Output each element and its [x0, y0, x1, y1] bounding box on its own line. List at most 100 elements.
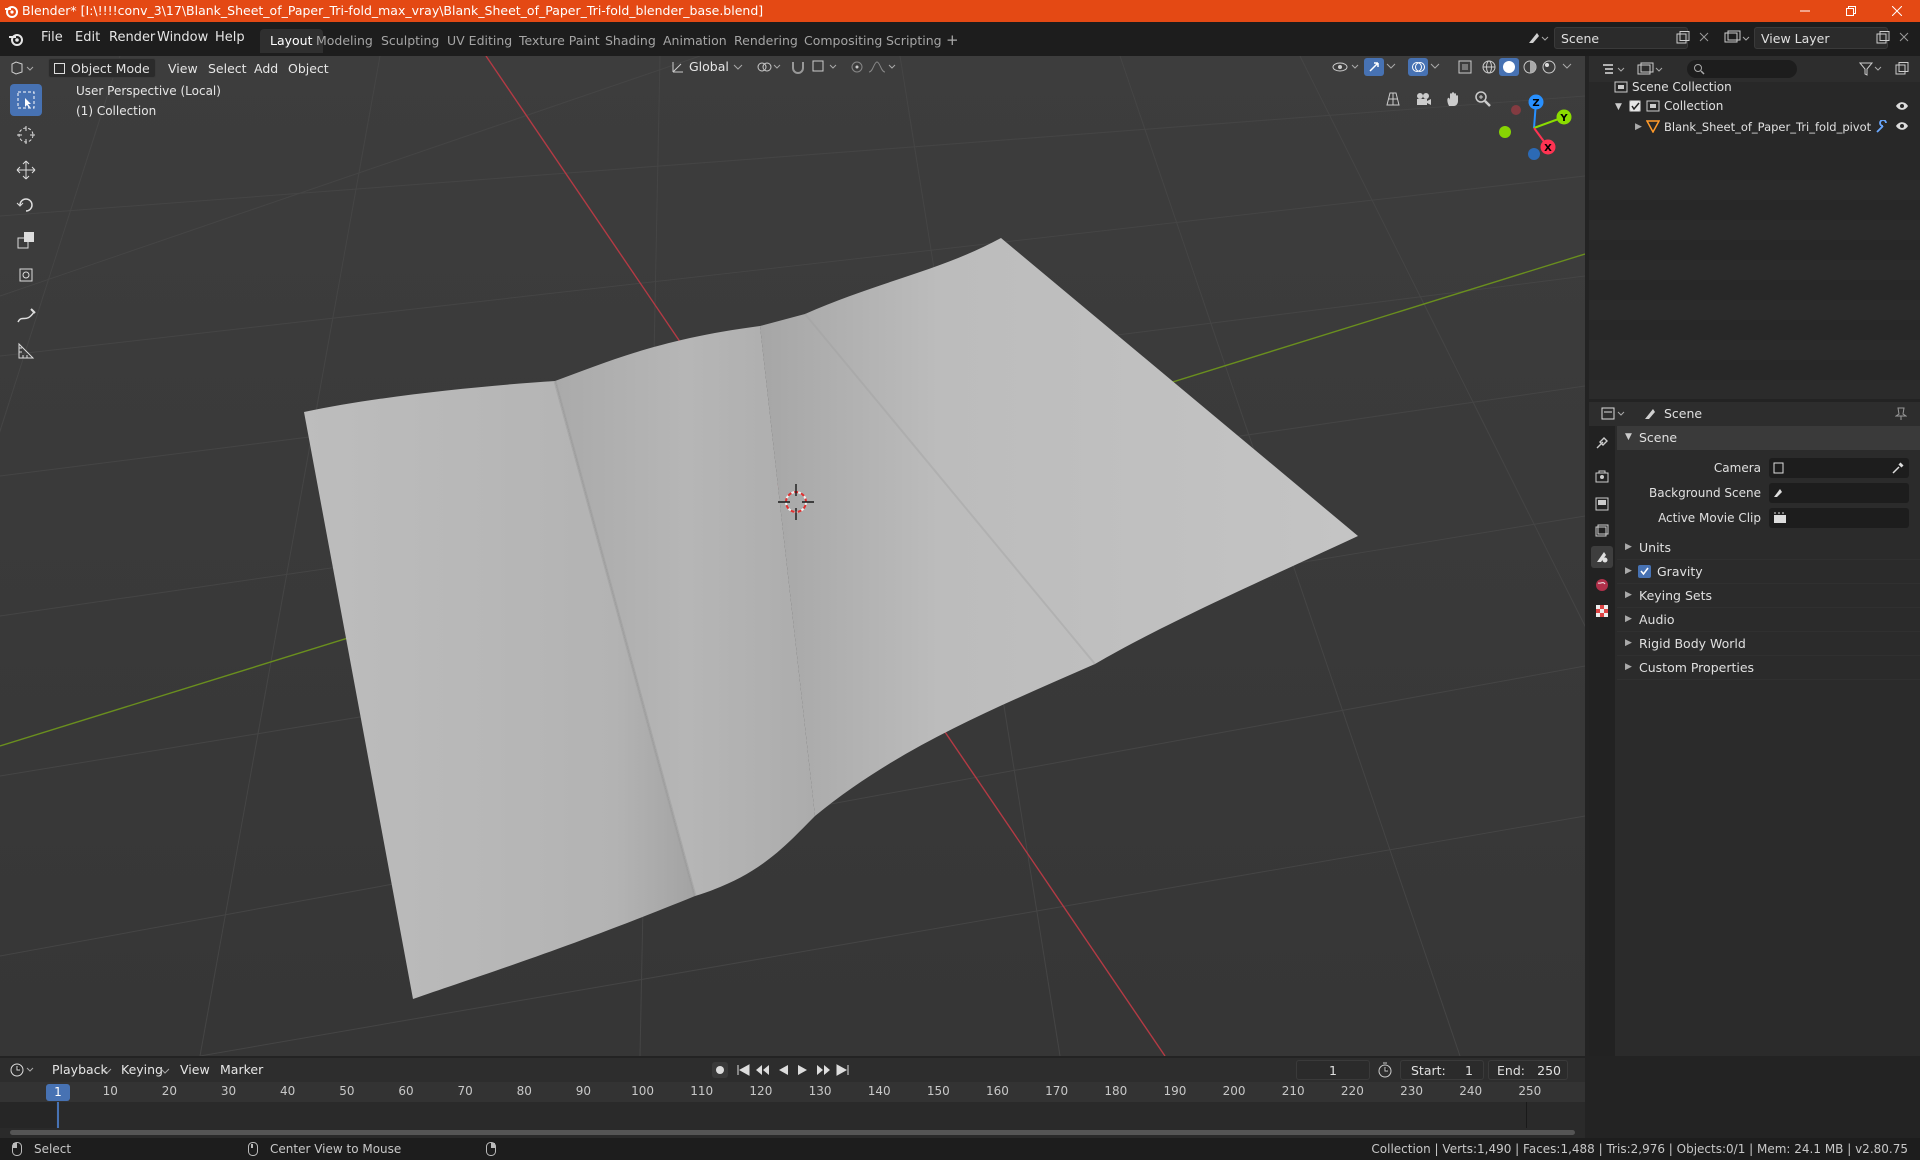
play-reverse-icon[interactable]	[776, 1062, 790, 1078]
scene-panel-collapse-icon[interactable]: ▼	[1625, 432, 1632, 442]
outliner-object[interactable]: Blank_Sheet_of_Paper_Tri_fold_pivot	[1664, 120, 1871, 134]
jump-to-keyframe-forward-icon[interactable]	[814, 1062, 832, 1078]
viewport-menu-select[interactable]: Select	[208, 61, 247, 76]
collapse-collection-icon[interactable]: ▼	[1615, 102, 1622, 112]
tool-tab-icon[interactable]	[1595, 436, 1609, 450]
viewport-menu-view[interactable]: View	[168, 61, 198, 76]
gravity-checkbox[interactable]	[1638, 565, 1651, 578]
end-frame-field[interactable]: End: 250	[1488, 1060, 1568, 1080]
background-scene-field[interactable]	[1769, 483, 1909, 503]
timeline-menu-playback[interactable]: Playback	[52, 1062, 108, 1077]
texture-tab-icon[interactable]	[1595, 604, 1609, 618]
scale-tool[interactable]	[10, 224, 42, 256]
keying-dropdown-icon[interactable]	[160, 1066, 170, 1076]
gravity-section[interactable]: ▶ Gravity	[1617, 560, 1920, 584]
jump-to-keyframe-back-icon[interactable]	[754, 1062, 772, 1078]
snap-target-icon[interactable]	[812, 60, 840, 74]
tab-scripting[interactable]: Scripting	[876, 29, 952, 53]
display-mode-icon[interactable]	[1637, 62, 1665, 78]
camera-view-icon[interactable]	[1414, 90, 1432, 108]
minimize-button[interactable]	[1782, 0, 1828, 22]
close-button[interactable]	[1874, 0, 1920, 22]
zoom-view-icon[interactable]	[1474, 90, 1492, 108]
render-tab-icon[interactable]	[1595, 470, 1609, 484]
xray-toggle-icon[interactable]	[1458, 60, 1472, 74]
collection-exclude-checkbox[interactable]	[1629, 100, 1641, 112]
blender-menu-icon[interactable]	[8, 31, 24, 47]
snap-icon[interactable]	[790, 60, 806, 74]
select-box-tool[interactable]	[10, 84, 42, 116]
delete-view-layer-icon[interactable]	[1898, 31, 1910, 43]
toggle-perspective-icon[interactable]	[1384, 90, 1402, 108]
modifier-wrench-icon[interactable]	[1875, 120, 1889, 134]
playhead-frame-indicator[interactable]: 1	[46, 1084, 70, 1101]
shading-rendered-icon[interactable]	[1542, 60, 1556, 74]
overlays-dropdown-icon[interactable]	[1430, 61, 1440, 71]
delete-scene-icon[interactable]	[1698, 31, 1710, 43]
outliner-collection[interactable]: Collection	[1664, 99, 1723, 113]
rotate-tool[interactable]	[10, 189, 42, 221]
expand-object-icon[interactable]: ▶	[1635, 122, 1642, 132]
menu-file[interactable]: File	[34, 28, 70, 47]
units-section[interactable]: ▶ Units	[1617, 536, 1920, 560]
timeline-editor-type-icon[interactable]	[10, 1062, 38, 1078]
play-icon[interactable]	[796, 1062, 810, 1078]
editor-type-icon[interactable]	[10, 60, 38, 76]
auto-keying-button[interactable]	[712, 1062, 728, 1078]
start-frame-field[interactable]: Start: 1	[1400, 1060, 1484, 1080]
timeline-scrollbar[interactable]	[10, 1130, 1575, 1135]
current-frame-field[interactable]: 1	[1296, 1060, 1370, 1080]
navigation-gizmo[interactable]: Z Y X	[1494, 88, 1574, 168]
overlays-toggle-icon[interactable]	[1408, 58, 1428, 76]
menu-help[interactable]: Help	[208, 28, 252, 47]
outliner-search-input[interactable]	[1687, 60, 1797, 78]
proportional-edit-icon[interactable]	[850, 60, 864, 74]
collection-visibility-eye-icon[interactable]	[1895, 100, 1909, 112]
custom-properties-section[interactable]: ▶ Custom Properties	[1617, 656, 1920, 680]
new-collection-icon[interactable]	[1895, 62, 1909, 76]
scene-tab[interactable]	[1591, 546, 1613, 568]
timeline-menu-keying[interactable]: Keying	[121, 1062, 163, 1077]
new-view-layer-icon[interactable]	[1876, 31, 1890, 45]
move-tool[interactable]	[10, 154, 42, 186]
add-workspace-icon[interactable]: +	[946, 31, 959, 49]
camera-field[interactable]	[1769, 458, 1909, 478]
audio-section[interactable]: ▶ Audio	[1617, 608, 1920, 632]
shading-dropdown-icon[interactable]	[1562, 61, 1572, 71]
menu-window[interactable]: Window	[150, 28, 215, 47]
cursor-tool[interactable]	[10, 119, 42, 151]
preview-range-icon[interactable]	[1377, 1062, 1393, 1078]
new-scene-icon[interactable]	[1676, 31, 1690, 45]
pivot-point-icon[interactable]	[756, 60, 784, 74]
world-tab-icon[interactable]	[1595, 578, 1609, 592]
properties-editor-type-icon[interactable]	[1601, 406, 1629, 422]
filter-icon[interactable]	[1859, 62, 1885, 76]
active-movie-clip-field[interactable]	[1769, 508, 1909, 528]
outliner-editor-type-icon[interactable]	[1601, 62, 1629, 78]
shading-material-icon[interactable]	[1523, 60, 1537, 74]
output-tab-icon[interactable]	[1595, 497, 1609, 511]
gizmo-toggle-icon[interactable]	[1364, 58, 1384, 76]
pan-view-icon[interactable]	[1444, 90, 1462, 108]
outliner-scene-collection[interactable]: Scene Collection	[1632, 80, 1732, 94]
rigid-body-world-section[interactable]: ▶ Rigid Body World	[1617, 632, 1920, 656]
pin-icon[interactable]	[1895, 407, 1907, 421]
jump-to-start-icon[interactable]	[736, 1062, 750, 1078]
timeline-menu-view[interactable]: View	[180, 1062, 210, 1077]
gizmo-dropdown-icon[interactable]	[1386, 61, 1396, 71]
viewport-menu-object[interactable]: Object	[288, 61, 329, 76]
view-layer-tab-icon[interactable]	[1595, 524, 1609, 538]
scene-name-field[interactable]: Scene	[1554, 27, 1688, 49]
falloff-icon[interactable]	[868, 60, 898, 74]
view-layer-field[interactable]: View Layer	[1754, 27, 1888, 49]
scene-selector-icon[interactable]	[1527, 30, 1549, 46]
view-layer-icon[interactable]	[1724, 30, 1750, 46]
transform-tool[interactable]	[10, 259, 42, 291]
annotate-tool[interactable]	[10, 300, 42, 332]
shading-wireframe-icon[interactable]	[1482, 60, 1496, 74]
restore-button[interactable]	[1828, 0, 1874, 22]
shading-solid-icon[interactable]	[1499, 58, 1519, 76]
3d-viewport[interactable]: Object Mode View Select Add Object Globa…	[0, 56, 1585, 1056]
timeline-menu-marker[interactable]: Marker	[220, 1062, 263, 1077]
viewport-menu-add[interactable]: Add	[254, 61, 278, 76]
